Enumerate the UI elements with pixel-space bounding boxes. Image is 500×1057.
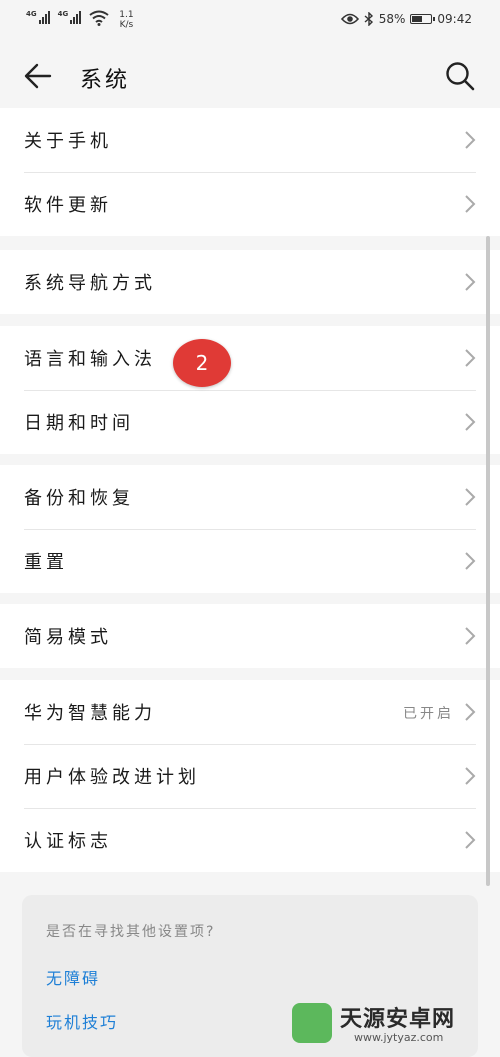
chevron-right-icon [465,413,476,431]
battery-percent: 58% [378,12,406,26]
chevron-right-icon [465,195,476,213]
settings-group-5: 简易模式 [0,604,500,668]
eye-icon [340,13,359,25]
step-badge: 2 [173,339,231,387]
setting-backup-restore[interactable]: 备份和恢复 [0,465,500,529]
link-tips[interactable]: 玩机技巧 [46,1009,118,1033]
setting-label: 华为智慧能力 [24,703,156,724]
watermark: 天源安卓网 www.jytyaz.com [292,1001,492,1051]
status-right: 58% 09:42 [340,12,472,26]
setting-navigation-mode[interactable]: 系统导航方式 [0,250,500,314]
setting-user-experience[interactable]: 用户体验改进计划 [0,744,500,808]
chevron-right-icon [465,627,476,645]
setting-label: 认证标志 [24,831,112,852]
setting-label: 简易模式 [24,627,112,648]
scrollbar[interactable] [486,236,490,886]
setting-label: 重置 [24,552,68,573]
bluetooth-icon [364,12,373,26]
watermark-url: www.jytyaz.com [354,1031,444,1044]
settings-group-2: 系统导航方式 [0,250,500,314]
search-icon[interactable] [444,60,476,92]
chevron-right-icon [465,767,476,785]
setting-about-phone[interactable]: 关于手机 [0,108,500,172]
setting-language-input[interactable]: 语言和输入法 [0,326,500,390]
signal-icon: 4G [26,10,50,24]
setting-simple-mode[interactable]: 简易模式 [0,604,500,668]
link-accessibility[interactable]: 无障碍 [46,965,100,989]
net-speed-unit: K/s [119,20,134,30]
watermark-logo-icon [292,1003,332,1043]
network-type-2: 4G [57,10,69,18]
setting-label: 关于手机 [24,131,112,152]
settings-group-4: 备份和恢复 重置 [0,465,500,593]
app-header: 系统 [0,44,500,108]
network-type-1: 4G [26,10,37,18]
net-speed-value: 1.1 [119,10,134,20]
setting-huawei-ai[interactable]: 华为智慧能力 已开启 [0,680,500,744]
chevron-right-icon [465,488,476,506]
status-left: 4G 4G 1.1 K/s [26,10,134,30]
wifi-icon [89,10,109,26]
clock: 09:42 [437,12,472,26]
setting-date-time[interactable]: 日期和时间 [0,390,500,454]
setting-label: 日期和时间 [24,413,134,434]
setting-label: 备份和恢复 [24,488,134,509]
setting-label: 用户体验改进计划 [24,767,200,788]
chevron-right-icon [465,703,476,721]
net-speed: 1.1 K/s [119,10,133,30]
setting-certification[interactable]: 认证标志 [0,808,500,872]
settings-group-1: 关于手机 软件更新 [0,108,500,236]
status-bar: 4G 4G 1.1 K/s 58% 09:42 [0,0,500,44]
back-arrow-icon[interactable] [22,60,54,92]
battery-icon [410,14,436,24]
chevron-right-icon [465,273,476,291]
setting-label: 软件更新 [24,195,112,216]
setting-label: 系统导航方式 [24,273,156,294]
chevron-right-icon [465,552,476,570]
settings-group-6: 华为智慧能力 已开启 用户体验改进计划 认证标志 [0,680,500,872]
chevron-right-icon [465,831,476,849]
chevron-right-icon [465,131,476,149]
page-title: 系统 [80,68,131,93]
setting-software-update[interactable]: 软件更新 [0,172,500,236]
suggestion-question: 是否在寻找其他设置项? [46,924,216,940]
settings-group-3: 语言和输入法 日期和时间 [0,326,500,454]
setting-label: 语言和输入法 [24,349,156,370]
signal-icon-2: 4G [58,10,82,24]
watermark-name: 天源安卓网 [340,1007,456,1032]
setting-reset[interactable]: 重置 [0,529,500,593]
chevron-right-icon [465,349,476,367]
setting-value: 已开启 [403,706,454,722]
